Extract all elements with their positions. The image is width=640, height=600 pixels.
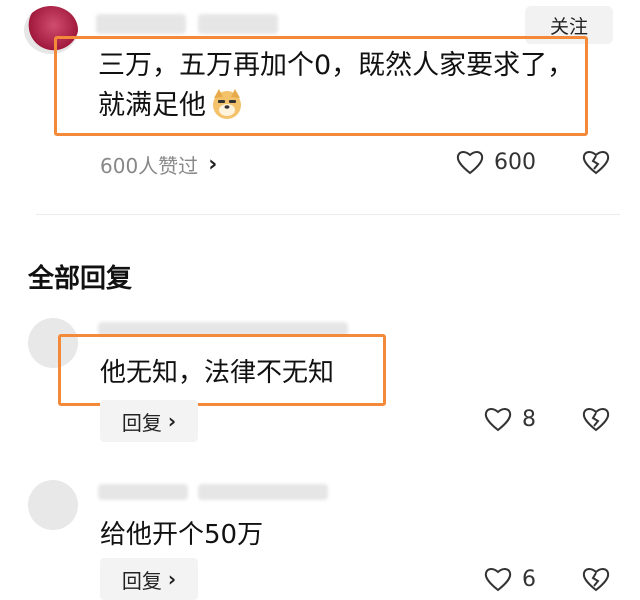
reply-text: 给他开个50万 — [100, 520, 264, 550]
timestamp-blurred — [198, 14, 278, 34]
chevron-right-icon: › — [167, 567, 177, 591]
heart-icon — [456, 151, 484, 175]
doge-emoji-icon — [213, 89, 241, 119]
avatar[interactable] — [28, 480, 78, 530]
heart-icon — [484, 568, 512, 592]
chevron-right-icon: › — [167, 409, 177, 433]
divider — [36, 214, 620, 215]
reply-button[interactable]: 回复 › — [100, 558, 198, 600]
broken-heart-icon — [582, 151, 610, 175]
chevron-right-icon: › — [208, 152, 218, 177]
like-button[interactable]: 6 — [484, 566, 536, 592]
timestamp-blurred — [198, 484, 328, 500]
broken-heart-icon — [582, 568, 610, 592]
comment-text-line: 就满足他 — [98, 86, 598, 126]
heart-icon — [484, 408, 512, 432]
dislike-button[interactable] — [582, 566, 610, 592]
comment-text: 三万，五万再加个0，既然人家要求了， 就满足他 — [98, 46, 598, 126]
dislike-button[interactable] — [582, 406, 610, 432]
username-blurred — [96, 14, 186, 34]
comment-text-line: 三万，五万再加个0，既然人家要求了， — [98, 50, 575, 81]
dislike-button[interactable] — [582, 149, 610, 175]
likes-summary[interactable]: 600人赞过 › — [100, 150, 217, 179]
reply-text: 他无知，法律不无知 — [100, 358, 335, 388]
like-button[interactable]: 600 — [456, 149, 536, 175]
broken-heart-icon — [582, 408, 610, 432]
username-blurred — [98, 484, 188, 500]
section-title: 全部回复 — [28, 264, 133, 294]
reply-button[interactable]: 回复 › — [100, 400, 198, 442]
like-button[interactable]: 8 — [484, 406, 536, 432]
